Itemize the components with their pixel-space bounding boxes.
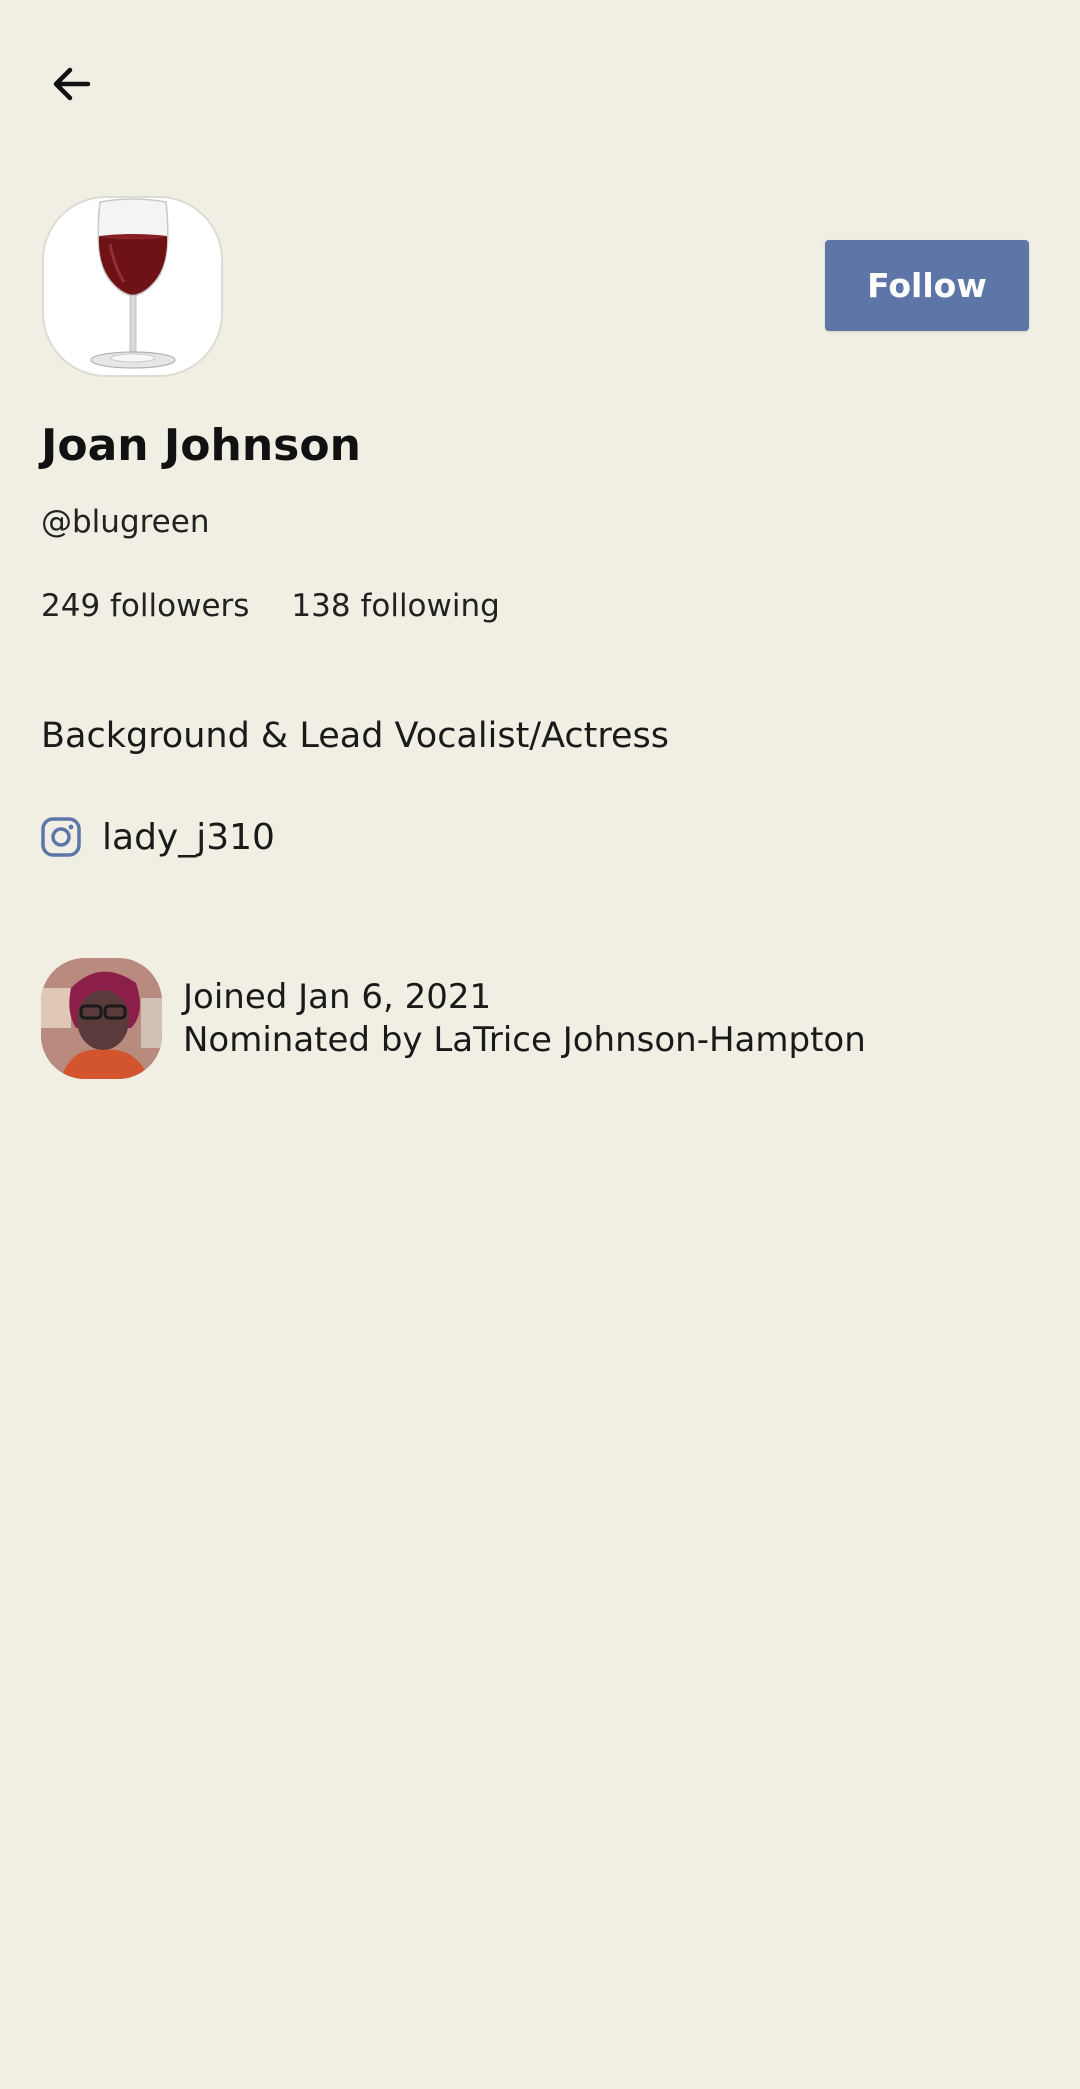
joined-date: Joined Jan 6, 2021 <box>183 977 492 1017</box>
wine-glass-image <box>89 198 176 369</box>
arrow-left-icon <box>53 67 91 101</box>
instagram-link[interactable]: lady_j310 <box>40 816 275 858</box>
profile-handle: @blugreen <box>41 504 210 540</box>
following-count[interactable]: 138 following <box>291 588 499 624</box>
profile-avatar <box>42 196 223 377</box>
follow-stats: 249 followers 138 following <box>41 588 500 624</box>
instagram-username: lady_j310 <box>102 816 275 858</box>
joined-info: Joined Jan 6, 2021 Nominated by LaTrice … <box>183 976 866 1062</box>
nominator-avatar[interactable] <box>41 958 162 1079</box>
follow-button[interactable]: Follow <box>825 240 1029 331</box>
instagram-icon <box>41 817 81 857</box>
profile-name: Joan Johnson <box>41 420 361 471</box>
profile-bio: Background & Lead Vocalist/Actress <box>41 716 670 756</box>
followers-count[interactable]: 249 followers <box>41 588 249 624</box>
nominated-by: Nominated by LaTrice Johnson-Hampton <box>183 1020 866 1060</box>
back-button[interactable] <box>40 52 104 116</box>
nominator-photo <box>41 958 162 1079</box>
